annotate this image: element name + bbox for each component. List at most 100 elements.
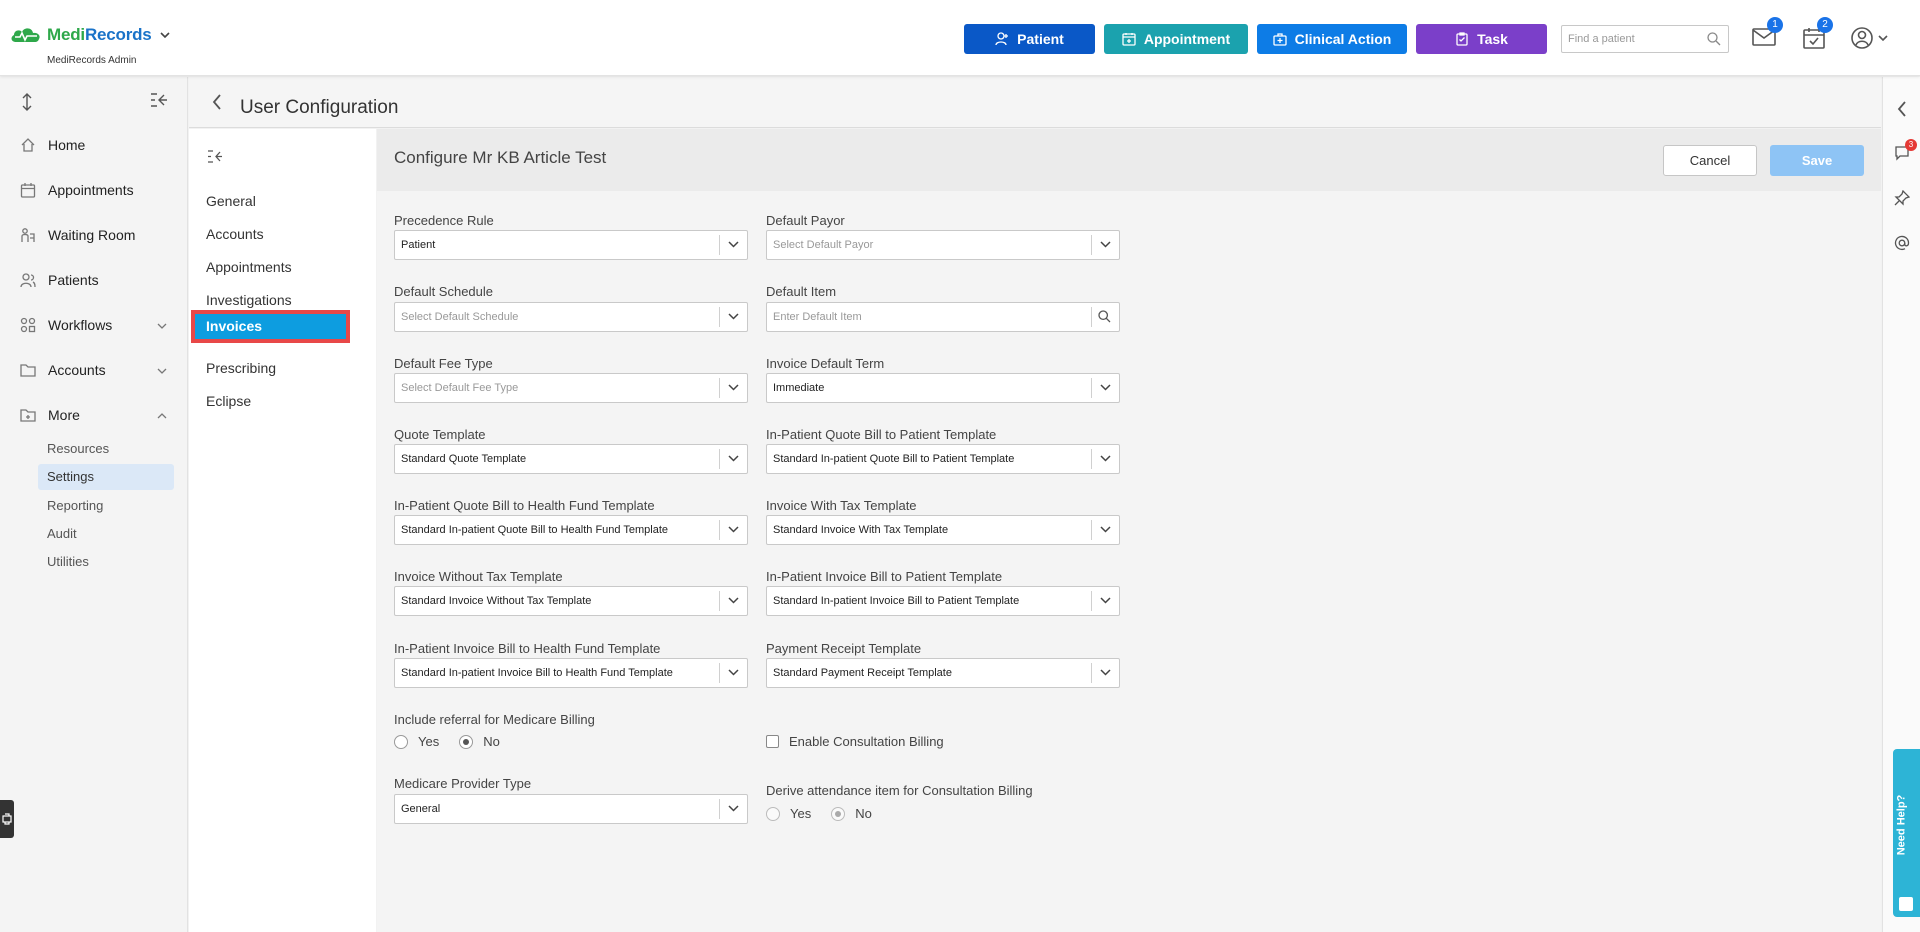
chevron-down-icon[interactable]: [159, 32, 170, 38]
sidebar-subitem-utilities[interactable]: Utilities: [38, 549, 174, 575]
new-task-button[interactable]: Task: [1416, 24, 1547, 54]
sidebar-subitem-audit[interactable]: Audit: [38, 521, 174, 547]
config-tab-appointments[interactable]: Appointments: [206, 259, 292, 275]
config-tab-general[interactable]: General: [206, 193, 256, 209]
save-button[interactable]: Save: [1770, 145, 1864, 176]
default-schedule-label: Default Schedule: [394, 284, 494, 299]
payment-receipt-label: Payment Receipt Template: [766, 641, 922, 656]
pin-icon[interactable]: [1894, 190, 1910, 206]
sidebar-item-accounts[interactable]: Accounts: [20, 362, 106, 378]
cancel-button[interactable]: Cancel: [1663, 145, 1757, 176]
resize-vertical-icon[interactable]: [20, 93, 34, 111]
config-tab-eclipse[interactable]: Eclipse: [206, 393, 251, 409]
sidebar-item-label: Waiting Room: [48, 227, 136, 243]
quote-template-select[interactable]: Standard Quote Template: [394, 444, 748, 474]
sidebar-subitem-reporting[interactable]: Reporting: [38, 493, 174, 519]
sidebar-item-label: Workflows: [48, 317, 113, 333]
chevron-down-icon: [728, 597, 739, 604]
app-logo[interactable]: MediRecords: [9, 25, 170, 45]
derive-attendance-yes-radio[interactable]: [766, 806, 780, 821]
invoice-with-tax-select[interactable]: Standard Invoice With Tax Template: [766, 515, 1120, 545]
medical-bag-icon: [1272, 33, 1287, 46]
select-placeholder: Select Default Schedule: [401, 311, 519, 323]
home-icon: [21, 138, 35, 152]
back-arrow-icon[interactable]: [212, 94, 222, 110]
payment-receipt-select[interactable]: Standard Payment Receipt Template: [766, 658, 1120, 688]
medicare-provider-type-select[interactable]: General: [394, 794, 748, 824]
inpatient-invoice-patient-select[interactable]: Standard In-patient Invoice Bill to Pati…: [766, 586, 1120, 616]
sidebar-item-workflows[interactable]: Workflows: [20, 317, 112, 333]
new-appointment-button[interactable]: Appointment: [1104, 24, 1248, 54]
invoice-with-tax-label: Invoice With Tax Template: [766, 498, 917, 513]
workflows-icon: [20, 317, 36, 333]
chevron-left-icon[interactable]: [1897, 101, 1907, 117]
collapse-sidebar-icon[interactable]: [150, 93, 168, 107]
need-help-tab[interactable]: Need Help?: [1893, 749, 1920, 917]
chevron-down-icon: [1100, 526, 1111, 533]
select-placeholder: Select Default Fee Type: [401, 382, 519, 394]
search-icon[interactable]: [1098, 310, 1111, 323]
tasks-button[interactable]: 2: [1803, 17, 1833, 49]
patient-search-input[interactable]: [1562, 26, 1697, 52]
messages-button[interactable]: 1: [1752, 17, 1783, 47]
select-value: Standard In-patient Quote Bill to Health…: [401, 524, 669, 536]
chevron-down-icon: [728, 669, 739, 676]
user-menu[interactable]: [1851, 27, 1891, 49]
chat-badge: 3: [1905, 139, 1917, 151]
collapse-menu-icon[interactable]: [207, 150, 223, 163]
chevron-down-icon: [728, 241, 739, 248]
inpatient-quote-fund-select[interactable]: Standard In-patient Quote Bill to Health…: [394, 515, 748, 545]
chevron-down-icon: [1100, 384, 1111, 391]
sidebar-item-more[interactable]: More: [20, 407, 80, 423]
input-placeholder: Enter Default Item: [773, 311, 862, 323]
patients-icon: [20, 273, 36, 288]
config-tab-prescribing[interactable]: Prescribing: [206, 360, 276, 376]
enable-consultation-checkbox[interactable]: [766, 735, 779, 748]
clinical-action-button[interactable]: Clinical Action: [1257, 24, 1407, 54]
search-icon[interactable]: [1707, 32, 1721, 46]
chevron-down-icon[interactable]: [157, 368, 167, 374]
include-referral-no-radio[interactable]: [459, 734, 474, 749]
chevron-up-icon[interactable]: [157, 413, 167, 419]
default-fee-type-label: Default Fee Type: [394, 356, 493, 371]
config-tab-accounts[interactable]: Accounts: [206, 226, 264, 242]
checkbox-label: Enable Consultation Billing: [789, 734, 944, 749]
mention-icon[interactable]: [1894, 235, 1910, 251]
new-appointment-label: Appointment: [1143, 31, 1231, 47]
help-icon: [1899, 897, 1913, 911]
default-fee-type-select[interactable]: Select Default Fee Type: [394, 373, 748, 403]
invoice-without-tax-select[interactable]: Standard Invoice Without Tax Template: [394, 586, 748, 616]
sidebar-item-home[interactable]: Home: [20, 137, 85, 153]
precedence-rule-select[interactable]: Patient: [394, 230, 748, 260]
radio-label: Yes: [790, 806, 812, 821]
sidebar-item-appointments[interactable]: Appointments: [20, 182, 134, 198]
config-tab-investigations[interactable]: Investigations: [206, 292, 292, 308]
select-value: Standard Quote Template: [401, 453, 527, 465]
inpatient-quote-patient-select[interactable]: Standard In-patient Quote Bill to Patien…: [766, 444, 1120, 474]
side-drawer-tab[interactable]: [0, 800, 14, 838]
chevron-down-icon[interactable]: [157, 323, 167, 329]
chevron-down-icon: [1100, 455, 1111, 462]
sidebar-subitem-resources[interactable]: Resources: [38, 436, 174, 462]
sidebar-subitem-settings[interactable]: Settings: [38, 464, 174, 490]
chevron-down-icon: [1100, 597, 1111, 604]
default-item-input[interactable]: Enter Default Item: [766, 302, 1120, 332]
inpatient-invoice-patient-label: In-Patient Invoice Bill to Patient Templ…: [766, 569, 1003, 584]
new-patient-button[interactable]: Patient: [964, 24, 1095, 54]
sidebar-item-label: Home: [48, 137, 86, 153]
sidebar-item-patients[interactable]: Patients: [20, 272, 99, 288]
default-schedule-select[interactable]: Select Default Schedule: [394, 302, 748, 332]
calendar-icon: [20, 183, 36, 198]
include-referral-yes-radio[interactable]: [394, 734, 408, 749]
derive-attendance-no-radio[interactable]: [831, 806, 846, 821]
logo-cloud-icon: [11, 28, 40, 42]
inpatient-quote-fund-label: In-Patient Quote Bill to Health Fund Tem…: [394, 498, 655, 513]
sidebar-item-waiting-room[interactable]: Waiting Room: [20, 227, 135, 243]
invoice-default-term-select[interactable]: Immediate: [766, 373, 1120, 403]
inpatient-invoice-fund-select[interactable]: Standard In-patient Invoice Bill to Heal…: [394, 658, 748, 688]
config-tab-invoices[interactable]: Invoices: [191, 310, 350, 343]
precedence-rule-label: Precedence Rule: [394, 213, 494, 228]
default-payor-select[interactable]: Select Default Payor: [766, 230, 1120, 260]
page-title: User Configuration: [240, 97, 399, 118]
chevron-down-icon: [728, 805, 739, 812]
